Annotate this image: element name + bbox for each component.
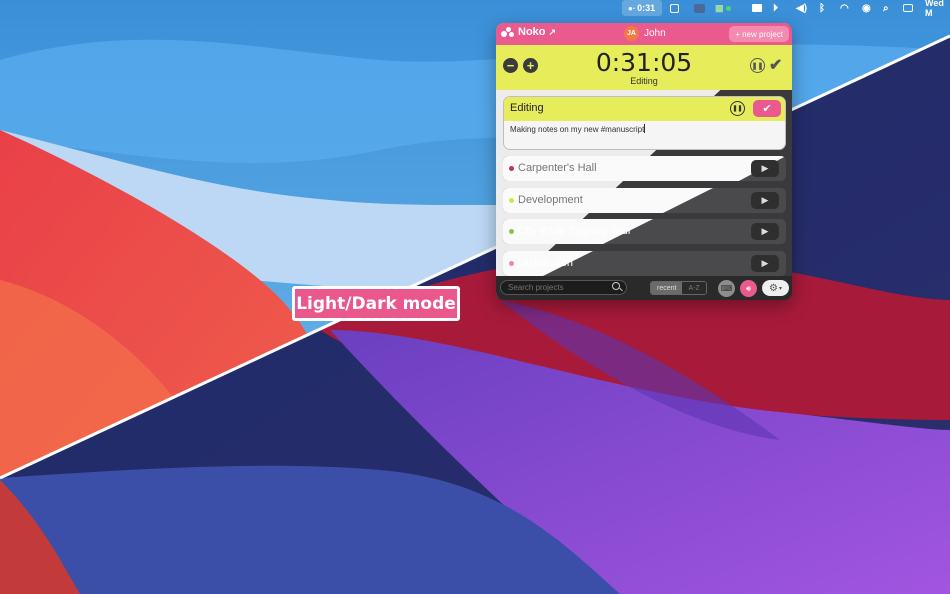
project-row[interactable]: Distribution ▶ [503, 251, 786, 276]
project-row[interactable]: Carpenter's Hall ▶ [503, 156, 786, 181]
play-icon: ▶ [761, 258, 769, 268]
entry-log-button[interactable]: ✔ [753, 100, 781, 117]
timer-value: 0:31:05 [595, 48, 693, 77]
menubar: ●∙ 0:31 ▦ ⏵ ◀) ᛒ ◠ ◉ ⌕ Wed M [0, 0, 950, 18]
current-entry-header: Editing ❚❚ ✔ [504, 97, 785, 121]
project-row[interactable]: City Wide Segway Tour ▶ [503, 219, 786, 244]
timer-bar: − + 0:31:05 Editing ❚❚ ✔ [496, 45, 792, 90]
sound-button[interactable]: 🔊︎ [740, 280, 757, 297]
project-name: City Wide Segway Tour [518, 225, 632, 237]
menubar-clock[interactable]: Wed M [925, 0, 950, 18]
play-icon: ▶ [761, 226, 769, 236]
start-timer-button[interactable]: ▶ [751, 192, 779, 209]
noko-icon: ●∙ [628, 3, 636, 13]
search-icon[interactable]: ⌕ [883, 2, 889, 14]
project-color-dot [509, 261, 514, 266]
entry-pause-button[interactable]: ❚❚ [730, 101, 745, 116]
entry-note-field[interactable]: Making notes on my new #manuscript [510, 124, 646, 134]
project-color-dot [509, 229, 514, 234]
logo-text: Noko [518, 26, 546, 38]
volume-icon[interactable]: ◀) [796, 2, 807, 14]
pause-icon: ❚❚ [732, 106, 743, 112]
control-center-icon[interactable] [903, 2, 913, 14]
settings-button[interactable]: ⚙ ▾ [762, 280, 789, 296]
start-timer-button[interactable]: ▶ [751, 223, 779, 240]
start-timer-button[interactable]: ▶ [751, 255, 779, 272]
bottom-toolbar: recent A-Z ⌨ 🔊︎ ⚙▾ [496, 276, 792, 300]
play-icon: ▶ [761, 163, 769, 173]
project-name: Development [518, 194, 583, 206]
noko-window: Noko ↗ JA John + new project − + 0:31:05… [496, 23, 792, 300]
plus-icon: + [735, 29, 741, 39]
project-name: Distribution [518, 257, 574, 269]
play-icon: ▶ [761, 195, 769, 205]
monitor-icon[interactable] [752, 2, 762, 14]
user-menu[interactable]: JA John [624, 26, 666, 41]
pause-button[interactable]: ❚❚ [750, 58, 765, 73]
checkmark-icon: ✔ [769, 57, 783, 74]
log-time-button[interactable]: ✔ [769, 55, 782, 75]
play-circle-icon[interactable]: ⏵ [773, 2, 778, 14]
chevron-down-icon: ▾ [778, 285, 782, 292]
square-icon[interactable] [670, 2, 679, 14]
user-circle-icon[interactable]: ◉ [862, 2, 871, 14]
magnifier-icon [612, 282, 620, 290]
stack-icon[interactable]: ▦ [715, 2, 731, 14]
light-dark-mode-label: Light/Dark mode [292, 286, 460, 321]
current-entry-card: Editing ❚❚ ✔ Making notes on my new #man… [503, 96, 786, 150]
speaker-icon: 🔊︎ [745, 283, 752, 293]
new-project-label: new project [742, 29, 783, 39]
sort-segmented-control: recent A-Z [650, 281, 707, 295]
pause-icon: ❚❚ [751, 62, 764, 70]
project-name: Carpenter's Hall [518, 162, 597, 174]
project-row[interactable]: Development ▶ [503, 188, 786, 213]
sort-az-button[interactable]: A-Z [682, 282, 706, 294]
project-color-dot [509, 198, 514, 203]
keyboard-button[interactable]: ⌨ [718, 280, 735, 297]
sort-recent-button[interactable]: recent [651, 282, 683, 294]
desktop-wallpaper [0, 0, 950, 594]
project-color-dot [509, 166, 514, 171]
search-projects-input[interactable] [500, 280, 627, 295]
start-timer-button[interactable]: ▶ [751, 160, 779, 177]
noko-menubar-item[interactable]: ●∙ 0:31 [628, 2, 655, 14]
current-entry-title: Editing [510, 102, 544, 114]
app-titlebar: Noko ↗ JA John + new project [496, 23, 792, 45]
noko-logo-icon [501, 26, 515, 38]
keyboard-icon: ⌨ [720, 284, 733, 293]
entry-note-text: Making notes on my new #manuscript [510, 125, 645, 134]
arrow-icon: ↗ [548, 26, 557, 37]
wifi-icon[interactable]: ◠ [840, 2, 849, 14]
checkmark-icon: ✔ [762, 103, 772, 115]
menubar-timer: 0:31 [637, 3, 656, 13]
timer-label: Editing [630, 76, 658, 86]
noko-logo: Noko ↗ [501, 26, 556, 38]
bluetooth-icon[interactable]: ᛒ [819, 2, 825, 14]
text-caret [644, 124, 646, 133]
avatar: JA [624, 26, 639, 41]
user-name: John [644, 28, 666, 39]
cloud-icon[interactable] [694, 2, 705, 14]
gear-icon: ⚙ [769, 282, 778, 294]
new-project-button[interactable]: + new project [729, 26, 789, 42]
